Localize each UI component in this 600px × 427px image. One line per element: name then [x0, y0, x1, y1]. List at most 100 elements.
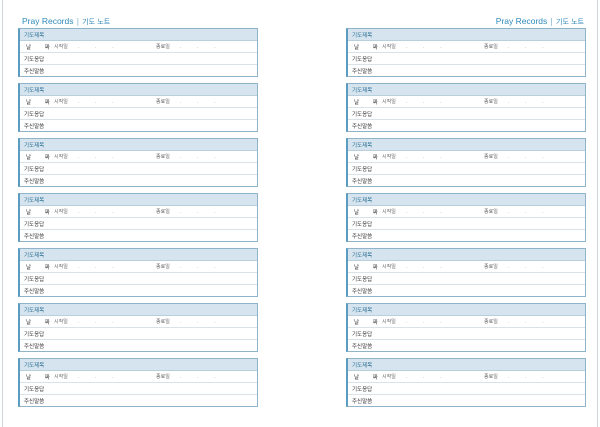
answer-row[interactable]: 기도응답 [348, 273, 585, 285]
end-date-field[interactable]: 종료일 . . . [156, 43, 223, 50]
end-date-field[interactable]: 종료일 . . . [484, 318, 551, 325]
answer-row[interactable]: 기도응답 [20, 53, 257, 65]
prayer-title-row[interactable]: 기도제목 [348, 139, 585, 151]
prayer-record: 기도제목 날 짜 시작일 . . . 종료일 . . . 기도응답 주신말씀 [18, 28, 258, 77]
prayer-title-row[interactable]: 기도제목 [348, 359, 585, 371]
prayer-title-row[interactable]: 기도제목 [348, 29, 585, 41]
answer-label: 기도응답 [24, 56, 45, 63]
start-date-label: 시작일 [382, 99, 396, 105]
answer-label: 기도응답 [24, 276, 45, 283]
answer-row[interactable]: 기도응답 [348, 108, 585, 120]
answer-label: 기도응답 [24, 166, 45, 173]
answer-row[interactable]: 기도응답 [20, 328, 257, 340]
start-date-label: 시작일 [382, 209, 396, 215]
start-date-field[interactable]: 시작일 . . . [382, 208, 449, 215]
start-date-field[interactable]: 시작일 . . . [54, 373, 121, 380]
start-date-field[interactable]: 시작일 . . . [54, 43, 121, 50]
word-row[interactable]: 주신말씀 [20, 175, 257, 187]
start-date-field[interactable]: 시작일 . . . [382, 263, 449, 270]
prayer-title-label: 기도제목 [24, 252, 45, 259]
answer-row[interactable]: 기도응답 [20, 273, 257, 285]
word-row[interactable]: 주신말씀 [20, 395, 257, 407]
word-row[interactable]: 주신말씀 [348, 65, 585, 77]
answer-row[interactable]: 기도응답 [20, 108, 257, 120]
word-row[interactable]: 주신말씀 [20, 230, 257, 242]
end-date-field[interactable]: 종료일 . . . [484, 43, 551, 50]
prayer-title-label: 기도제목 [352, 252, 373, 259]
answer-row[interactable]: 기도응답 [20, 163, 257, 175]
start-date-field[interactable]: 시작일 . . . [382, 318, 449, 325]
date-placeholder: . . . [77, 319, 121, 325]
word-row[interactable]: 주신말씀 [20, 340, 257, 352]
answer-label: 기도응답 [352, 276, 373, 283]
prayer-title-row[interactable]: 기도제목 [20, 249, 257, 261]
start-date-field[interactable]: 시작일 . . . [54, 318, 121, 325]
end-date-field[interactable]: 종료일 . . . [156, 373, 223, 380]
end-date-label: 종료일 [484, 209, 498, 215]
prayer-title-row[interactable]: 기도제목 [348, 249, 585, 261]
date-label: 날 짜 [354, 44, 384, 51]
prayer-title-label: 기도제목 [352, 142, 373, 149]
word-row[interactable]: 주신말씀 [20, 65, 257, 77]
word-label: 주신말씀 [352, 399, 373, 405]
end-date-field[interactable]: 종료일 . . . [156, 208, 223, 215]
word-row[interactable]: 주신말씀 [20, 120, 257, 132]
prayer-title-row[interactable]: 기도제목 [20, 139, 257, 151]
prayer-title-row[interactable]: 기도제목 [348, 84, 585, 96]
prayer-title-row[interactable]: 기도제목 [20, 29, 257, 41]
date-placeholder: . . . [179, 154, 223, 160]
prayer-record: 기도제목 날 짜 시작일 . . . 종료일 . . . 기도응답 주신말씀 [346, 138, 586, 187]
start-date-field[interactable]: 시작일 . . . [382, 43, 449, 50]
start-date-field[interactable]: 시작일 . . . [382, 98, 449, 105]
prayer-title-row[interactable]: 기도제목 [20, 84, 257, 96]
prayer-title-row[interactable]: 기도제목 [20, 304, 257, 316]
word-label: 주신말씀 [352, 179, 373, 185]
start-date-field[interactable]: 시작일 . . . [54, 263, 121, 270]
start-date-field[interactable]: 시작일 . . . [382, 373, 449, 380]
answer-row[interactable]: 기도응답 [348, 53, 585, 65]
start-date-field[interactable]: 시작일 . . . [54, 208, 121, 215]
end-date-field[interactable]: 종료일 . . . [484, 98, 551, 105]
prayer-title-label: 기도제목 [352, 87, 373, 94]
end-date-field[interactable]: 종료일 . . . [156, 98, 223, 105]
word-row[interactable]: 주신말씀 [348, 230, 585, 242]
end-date-label: 종료일 [156, 154, 170, 160]
header-subtitle: 기도 노트 [82, 18, 111, 26]
prayer-title-label: 기도제목 [24, 32, 45, 39]
start-date-field[interactable]: 시작일 . . . [382, 153, 449, 160]
date-label: 날 짜 [26, 374, 56, 381]
prayer-title-row[interactable]: 기도제목 [20, 359, 257, 371]
prayer-title-label: 기도제목 [352, 32, 373, 39]
answer-row[interactable]: 기도응답 [20, 218, 257, 230]
prayer-title-row[interactable]: 기도제목 [348, 194, 585, 206]
word-label: 주신말씀 [352, 344, 373, 350]
answer-row[interactable]: 기도응답 [348, 328, 585, 340]
word-row[interactable]: 주신말씀 [348, 175, 585, 187]
end-date-field[interactable]: 종료일 . . . [156, 153, 223, 160]
date-label: 날 짜 [354, 374, 384, 381]
word-row[interactable]: 주신말씀 [348, 120, 585, 132]
end-date-field[interactable]: 종료일 . . . [484, 153, 551, 160]
start-date-field[interactable]: 시작일 . . . [54, 98, 121, 105]
end-date-field[interactable]: 종료일 . . . [484, 263, 551, 270]
word-row[interactable]: 주신말씀 [348, 285, 585, 297]
answer-row[interactable]: 기도응답 [348, 163, 585, 175]
word-row[interactable]: 주신말씀 [348, 395, 585, 407]
answer-row[interactable]: 기도응답 [20, 383, 257, 395]
end-date-label: 종료일 [156, 99, 170, 105]
end-date-field[interactable]: 종료일 . . . [484, 373, 551, 380]
word-row[interactable]: 주신말씀 [20, 285, 257, 297]
prayer-title-row[interactable]: 기도제목 [20, 194, 257, 206]
start-date-field[interactable]: 시작일 . . . [54, 153, 121, 160]
word-label: 주신말씀 [24, 344, 45, 350]
left-page: Pray Records | 기도 노트 기도제목 날 짜 시작일 . . . 종료일… [18, 0, 258, 427]
end-date-field[interactable]: 종료일 . . . [156, 318, 223, 325]
start-date-label: 시작일 [54, 44, 68, 50]
prayer-title-row[interactable]: 기도제목 [348, 304, 585, 316]
end-date-field[interactable]: 종료일 . . . [484, 208, 551, 215]
answer-row[interactable]: 기도응답 [348, 218, 585, 230]
end-date-field[interactable]: 종료일 . . . [156, 263, 223, 270]
word-row[interactable]: 주신말씀 [348, 340, 585, 352]
answer-row[interactable]: 기도응답 [348, 383, 585, 395]
word-label: 주신말씀 [24, 124, 45, 130]
